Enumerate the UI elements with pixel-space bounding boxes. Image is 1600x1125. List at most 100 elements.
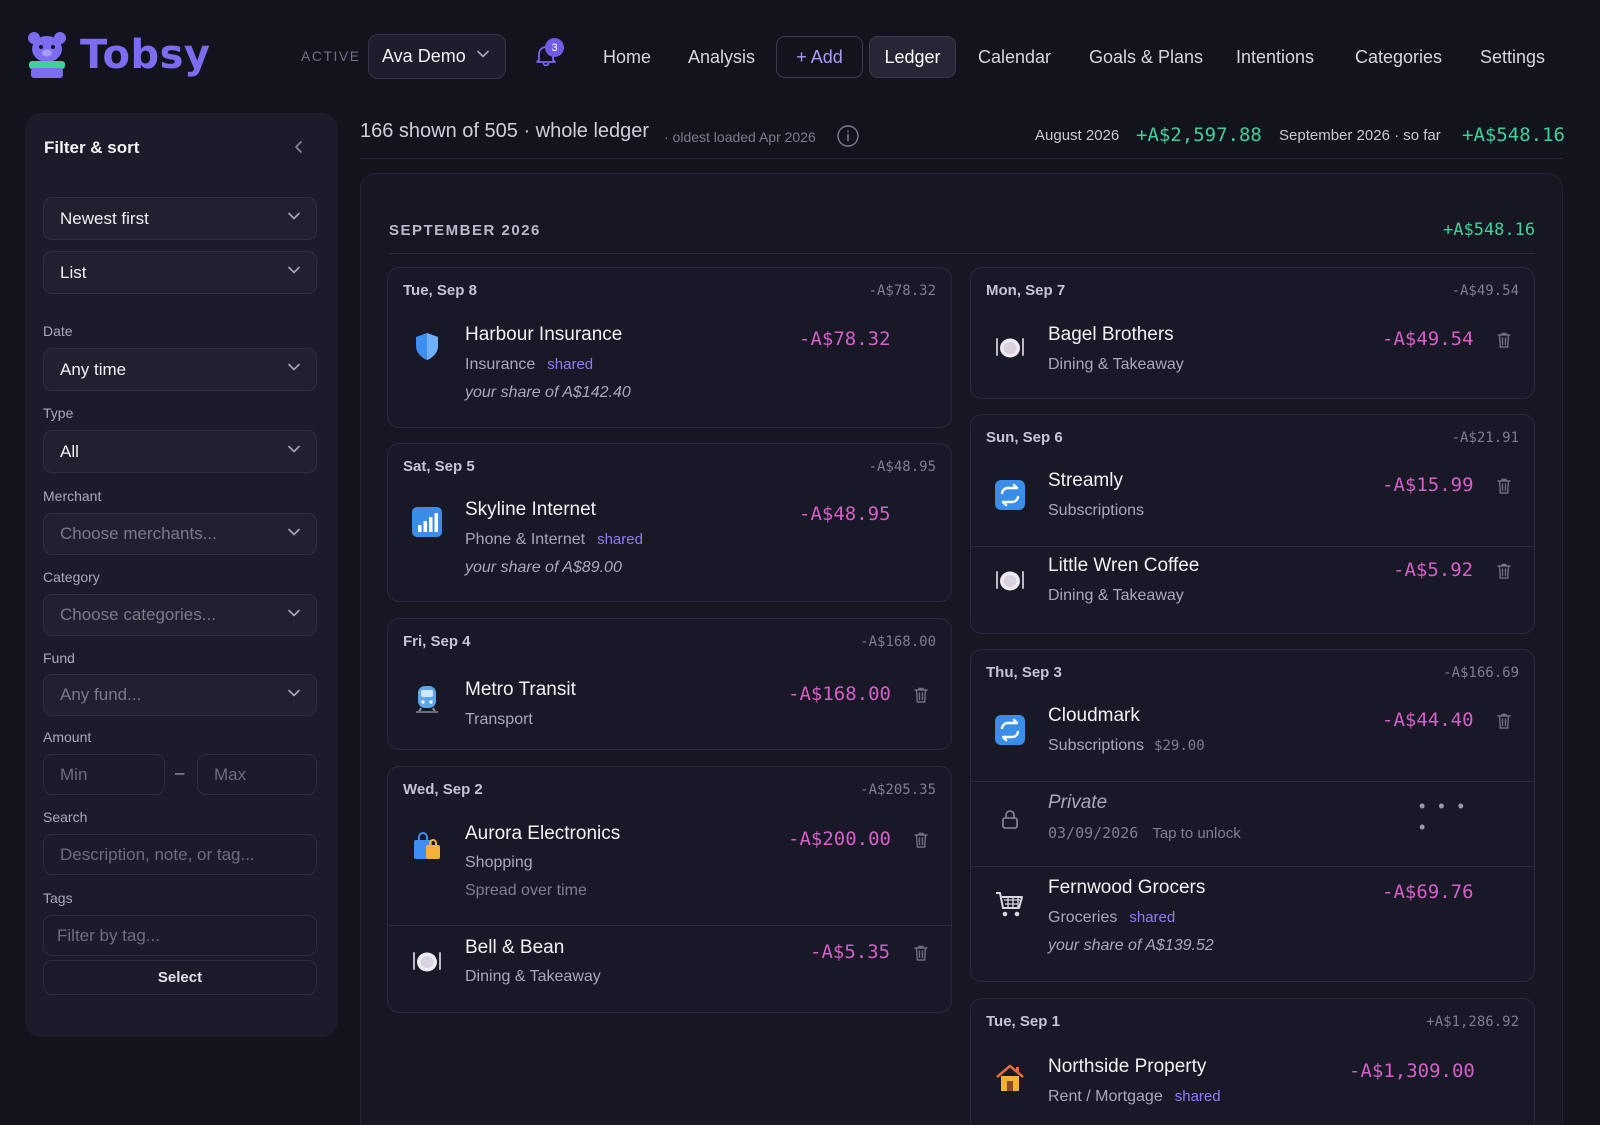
month-section-total: +A$548.16 <box>1443 220 1536 240</box>
nav-home[interactable]: Home <box>603 36 651 79</box>
trash-icon[interactable] <box>913 686 929 704</box>
nav-settings[interactable]: Settings <box>1480 36 1545 79</box>
view-select[interactable]: List <box>43 251 317 294</box>
chevron-down-icon <box>288 212 300 220</box>
search-input[interactable]: Description, note, or tag... <box>43 834 317 875</box>
transaction-row[interactable]: Aurora Electronics Shopping Spread over … <box>388 815 951 921</box>
trash-icon[interactable] <box>1496 477 1512 495</box>
date-select[interactable]: Any time <box>43 348 317 391</box>
trash-icon[interactable] <box>1496 712 1512 730</box>
private-label: Private <box>1048 792 1108 813</box>
nav-ledger[interactable]: Ledger <box>869 36 956 78</box>
category-text: Subscriptions <box>1048 737 1145 754</box>
category-name: Groceries shared <box>1048 909 1175 927</box>
day-total: +A$1,286.92 <box>1426 1014 1519 1030</box>
search-placeholder: Description, note, or tag... <box>60 844 255 864</box>
transaction-row[interactable]: Metro Transit Transport -A$168.00 <box>388 667 951 749</box>
add-button[interactable]: + Add <box>776 36 863 78</box>
day-total: -A$49.54 <box>1451 283 1519 299</box>
type-select[interactable]: All <box>43 430 317 473</box>
nav-goals-plans[interactable]: Goals & Plans <box>1089 36 1203 79</box>
nav-calendar[interactable]: Calendar <box>978 36 1051 79</box>
oldest-loaded: · oldest loaded Apr 2026 <box>664 129 816 145</box>
category-name: Insurance shared <box>465 356 593 374</box>
filter-sidebar: Filter & sort Newest first List Date Any… <box>25 113 338 1037</box>
private-transaction-row[interactable]: Private 03/09/2026 Tap to unlock • • • • <box>971 782 1534 866</box>
chevron-down-icon <box>288 363 300 371</box>
nav-analysis[interactable]: Analysis <box>688 36 755 79</box>
trash-icon[interactable] <box>913 944 929 962</box>
transaction-row[interactable]: Little Wren Coffee Dining & Takeaway -A$… <box>971 547 1534 633</box>
transaction-row[interactable]: Bell & Bean Dining & Takeaway -A$5.35 <box>388 926 951 1012</box>
transaction-amount: -A$1,309.00 <box>1349 1060 1475 1082</box>
merchant-name: Harbour Insurance <box>465 324 623 345</box>
merchant-name: Skyline Internet <box>465 499 596 520</box>
september-label: September 2026 · so far <box>1279 127 1441 144</box>
original-amount: $29.00 <box>1154 738 1205 754</box>
date-label: Date <box>43 323 73 339</box>
transaction-row[interactable]: Bagel Brothers Dining & Takeaway -A$49.5… <box>971 316 1534 398</box>
chevron-left-icon[interactable] <box>289 137 309 157</box>
transaction-row[interactable]: Cloudmark Subscriptions $29.00 -A$44.40 <box>971 698 1534 780</box>
nav-intentions[interactable]: Intentions <box>1236 36 1314 79</box>
day-date: Tue, Sep 1 <box>986 1013 1060 1030</box>
sort-select[interactable]: Newest first <box>43 197 317 240</box>
transaction-amount: -A$15.99 <box>1382 474 1474 496</box>
trash-icon[interactable] <box>1496 331 1512 349</box>
trash-icon[interactable] <box>1496 562 1512 580</box>
category-name: Phone & Internet shared <box>465 531 643 549</box>
shopping-bags-icon <box>414 832 440 859</box>
amount-max-input[interactable]: Max <box>197 754 317 795</box>
active-label: ACTIVE <box>301 48 361 64</box>
shield-icon <box>416 333 438 360</box>
category-select[interactable]: Choose categories... <box>43 594 317 636</box>
merchant-placeholder: Choose merchants... <box>60 524 217 543</box>
spread-note: Spread over time <box>465 882 587 899</box>
share-note: your share of A$89.00 <box>465 559 622 576</box>
shared-badge: shared <box>1129 909 1176 926</box>
transaction-row[interactable]: Harbour Insurance Insurance shared your s… <box>388 316 951 426</box>
select-button[interactable]: Select <box>43 960 317 995</box>
merchant-name: Bagel Brothers <box>1048 324 1174 345</box>
tap-to-unlock[interactable]: Tap to unlock <box>1152 825 1240 842</box>
plate-icon <box>993 563 1027 597</box>
info-icon[interactable] <box>836 124 860 148</box>
app-logo[interactable]: Tobsy <box>26 30 210 80</box>
repeat-icon <box>993 713 1027 747</box>
ledger-count: 166 shown of 505 · whole ledger <box>360 120 650 142</box>
section-divider <box>389 253 1535 254</box>
day-date: Mon, Sep 7 <box>986 282 1066 299</box>
private-date: 03/09/2026 Tap to unlock <box>1048 824 1241 842</box>
view-value: List <box>60 262 87 282</box>
august-label: August 2026 <box>1035 127 1120 144</box>
category-text: Phone & Internet <box>465 531 586 548</box>
profile-select[interactable]: Ava Demo <box>368 34 506 79</box>
transaction-row[interactable]: Skyline Internet Phone & Internet shared … <box>388 492 951 600</box>
amount-min-input[interactable]: Min <box>43 754 165 795</box>
tags-label: Tags <box>43 890 73 906</box>
merchant-select[interactable]: Choose merchants... <box>43 513 317 555</box>
category-name: Subscriptions $29.00 <box>1048 737 1205 755</box>
merchant-name: Northside Property <box>1048 1056 1207 1077</box>
transaction-amount: -A$69.76 <box>1382 881 1474 903</box>
house-icon <box>996 1064 1024 1091</box>
nav-categories[interactable]: Categories <box>1355 36 1442 79</box>
shopping-cart-icon <box>996 892 1023 917</box>
transaction-amount: -A$48.95 <box>799 503 891 525</box>
september-amount: +A$548.16 <box>1462 124 1565 146</box>
category-name: Dining & Takeaway <box>1048 587 1184 604</box>
category-name: Dining & Takeaway <box>1048 356 1184 373</box>
transaction-row[interactable]: Streamly Subscriptions -A$15.99 <box>971 463 1534 545</box>
share-note: your share of A$142.40 <box>465 384 631 401</box>
category-name: Rent / Mortgage shared <box>1048 1088 1221 1106</box>
tag-filter-input[interactable]: Filter by tag... <box>43 915 317 956</box>
fund-select[interactable]: Any fund... <box>43 674 317 716</box>
day-card: Thu, Sep 3 -A$166.69 Cloudmark Subscript… <box>970 649 1535 982</box>
day-card: Sun, Sep 6 -A$21.91 Streamly Subscriptio… <box>970 414 1535 634</box>
transaction-row[interactable]: Fernwood Grocers Groceries shared your sh… <box>971 867 1534 981</box>
transaction-amount: -A$168.00 <box>788 683 891 705</box>
merchant-name: Streamly <box>1048 470 1123 491</box>
transaction-row[interactable]: Northside Property Rent / Mortgage shared… <box>971 1047 1534 1125</box>
day-date: Tue, Sep 8 <box>403 282 477 299</box>
trash-icon[interactable] <box>913 831 929 849</box>
